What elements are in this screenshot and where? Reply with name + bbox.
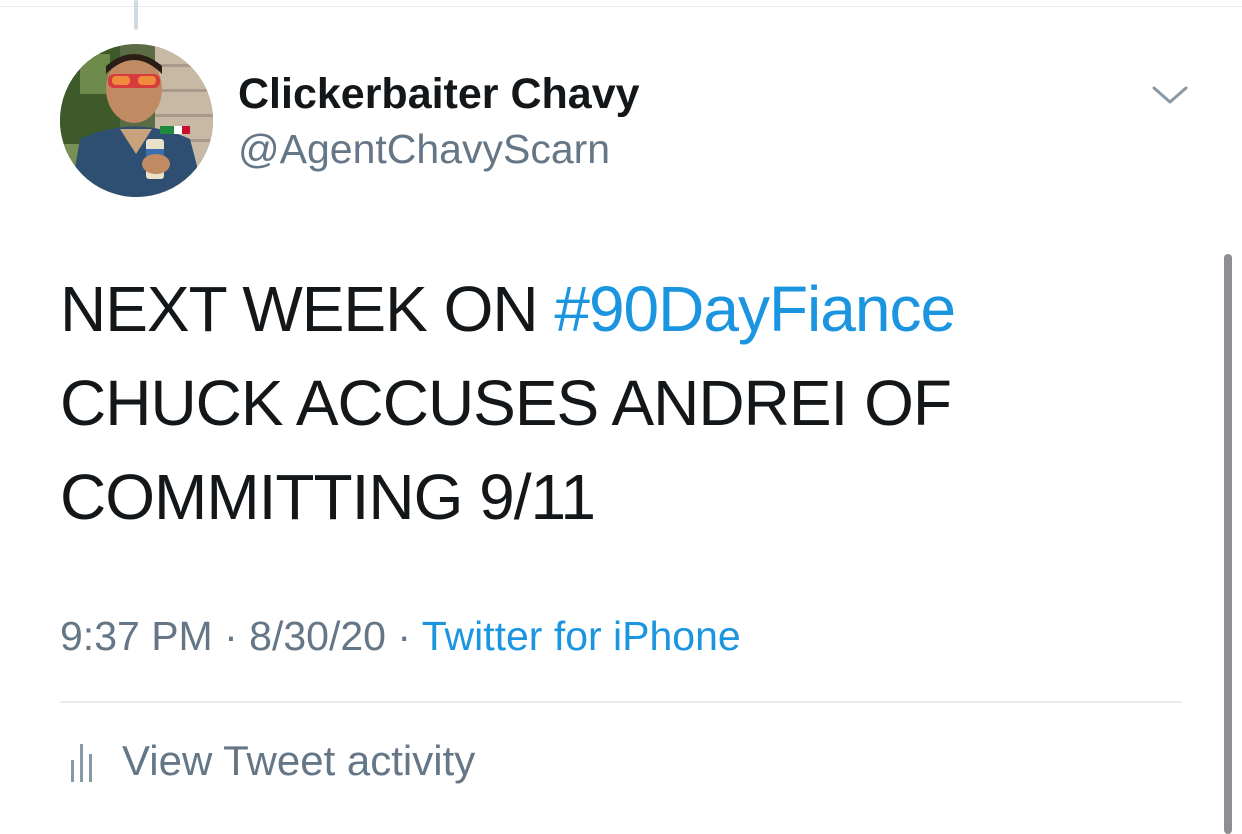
chevron-down-icon [1152,86,1188,104]
top-divider [0,6,1242,7]
view-tweet-activity-button[interactable]: View Tweet activity [60,736,475,786]
tweet-text-line-1: NEXT WEEK ON #90DayFiance [60,262,1170,356]
tweet-text-line-2: CHUCK ACCUSES ANDREI OF [60,367,952,439]
hashtag-link[interactable]: #90DayFiance [554,273,956,345]
avatar-photo [60,44,213,197]
meta-divider [60,701,1182,703]
bar-chart-icon [71,744,92,782]
tweet-time[interactable]: 9:37 PM [60,613,213,659]
tweet-options-button[interactable] [1150,80,1190,110]
avatar[interactable] [60,44,213,197]
tweet-date[interactable]: 8/30/20 [249,613,386,659]
view-tweet-activity-label: View Tweet activity [122,737,476,784]
author-display-name[interactable]: Clickerbaiter Chavy [238,70,640,119]
thread-connector-line [134,0,138,30]
scrollbar[interactable] [1224,254,1232,834]
tweet-meta: 9:37 PM · 8/30/20 · Twitter for iPhone [60,613,741,660]
tweet-text: NEXT WEEK ON #90DayFiance CHUCK ACCUSES … [60,262,1170,544]
author-handle[interactable]: @AgentChavyScarn [238,126,610,173]
tweet-text-segment: NEXT WEEK ON [60,273,555,345]
meta-separator: · [224,613,238,659]
tweet-text-line-3: COMMITTING 9/11 [60,461,596,533]
meta-separator: · [397,613,412,659]
tweet-source-link[interactable]: Twitter for iPhone [422,613,741,659]
